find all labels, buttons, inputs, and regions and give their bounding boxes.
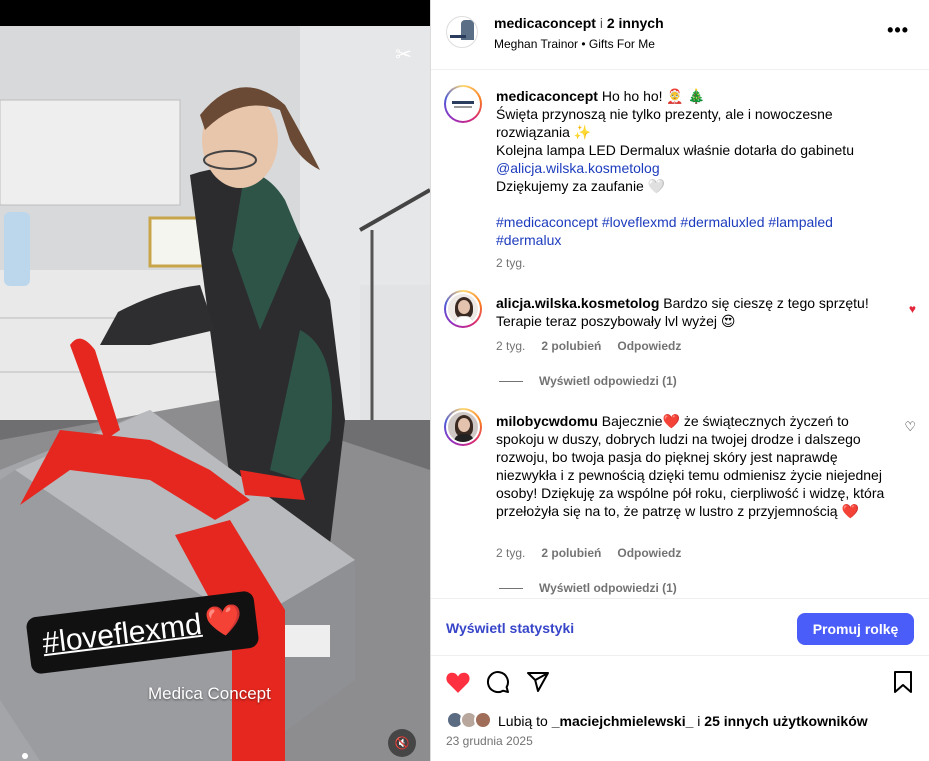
post-panel: medicaconcept i 2 innych Meghan Trainor … bbox=[430, 0, 929, 761]
comment-username[interactable]: milobycwdomu bbox=[496, 413, 598, 429]
comment-username[interactable]: alicja.wilska.kosmetolog bbox=[496, 295, 659, 311]
share-icon[interactable] bbox=[526, 670, 550, 694]
audio-track[interactable]: Meghan Trainor • Gifts For Me bbox=[494, 37, 655, 51]
like-heart-icon[interactable]: ♡ bbox=[904, 419, 916, 435]
view-replies-button[interactable]: Wyświetl odpowiedzi (1) bbox=[499, 581, 677, 595]
capcut-icon: ✂ bbox=[395, 44, 412, 66]
liked-heart-icon[interactable]: ♥ bbox=[909, 302, 916, 316]
progress-dot bbox=[22, 753, 28, 759]
caption-time: 2 tyg. bbox=[496, 256, 526, 270]
sticker-text: #loveflexmd bbox=[40, 607, 204, 661]
caption-username[interactable]: medicaconcept bbox=[496, 88, 598, 104]
comment-icon[interactable] bbox=[486, 670, 510, 694]
header-username[interactable]: medicaconcept bbox=[494, 15, 596, 31]
promote-reel-button[interactable]: Promuj rolkę bbox=[797, 613, 914, 645]
likes-summary[interactable]: Lubią to _maciejchmielewski_ i 25 innych… bbox=[446, 710, 926, 732]
likes-count[interactable]: 25 innych użytkowników bbox=[704, 713, 867, 729]
comment-avatar[interactable] bbox=[444, 290, 482, 328]
comment-likes[interactable]: 2 polubień bbox=[541, 339, 601, 353]
comment-text: milobycwdomu Bajecznie❤️ że świątecznych… bbox=[496, 413, 885, 519]
more-options-icon[interactable]: ••• bbox=[887, 20, 909, 41]
likes-text: Lubią to _maciejchmielewski_ i 25 innych… bbox=[498, 713, 868, 729]
hashtags[interactable]: #medicaconcept #loveflexmd #dermaluxled … bbox=[496, 214, 833, 248]
save-bookmark-icon[interactable] bbox=[892, 670, 914, 694]
comment-avatar[interactable] bbox=[444, 408, 482, 446]
comment-text: alicja.wilska.kosmetolog Bardzo się cies… bbox=[496, 295, 869, 329]
mute-icon[interactable]: 🔇 bbox=[388, 729, 416, 757]
header-usernames[interactable]: medicaconcept i 2 innych bbox=[494, 15, 664, 31]
view-replies-button[interactable]: Wyświetl odpowiedzi (1) bbox=[499, 374, 677, 388]
post-header: medicaconcept i 2 innych Meghan Trainor … bbox=[431, 0, 929, 70]
reply-button[interactable]: Odpowiedz bbox=[617, 546, 681, 560]
post-date: 23 grudnia 2025 bbox=[446, 734, 533, 748]
reel-video[interactable]: ✂ #loveflexmd❤️ Medica Concept 🔇 bbox=[0, 0, 430, 761]
insights-bar: Wyświetl statystyki Promuj rolkę bbox=[431, 598, 929, 656]
action-bar bbox=[431, 662, 929, 702]
header-others[interactable]: 2 innych bbox=[607, 15, 664, 31]
comment-likes[interactable]: 2 polubień bbox=[541, 546, 601, 560]
post-caption: medicaconcept Ho ho ho! 🤶 🎄 Święta przyn… bbox=[496, 88, 854, 248]
comment-meta: 2 tyg. 2 polubień Odpowiedz bbox=[496, 339, 682, 353]
comments-list[interactable]: medicaconcept Ho ho ho! 🤶 🎄 Święta przyn… bbox=[431, 71, 929, 598]
top-black-bar bbox=[0, 0, 430, 26]
sticker-heart-icon: ❤️ bbox=[203, 602, 245, 641]
video-caption: Medica Concept bbox=[148, 684, 271, 703]
liker-username[interactable]: _maciejchmielewski_ bbox=[552, 713, 694, 729]
caption-avatar[interactable] bbox=[444, 85, 482, 123]
view-insights-link[interactable]: Wyświetl statystyki bbox=[446, 620, 574, 636]
like-heart-icon[interactable] bbox=[445, 670, 471, 694]
liker-avatar bbox=[474, 711, 492, 729]
avatar[interactable] bbox=[446, 16, 478, 48]
mention-link[interactable]: @alicja.wilska.kosmetolog bbox=[496, 160, 660, 176]
reply-button[interactable]: Odpowiedz bbox=[617, 339, 681, 353]
comment-meta: 2 tyg. 2 polubień Odpowiedz bbox=[496, 546, 682, 560]
